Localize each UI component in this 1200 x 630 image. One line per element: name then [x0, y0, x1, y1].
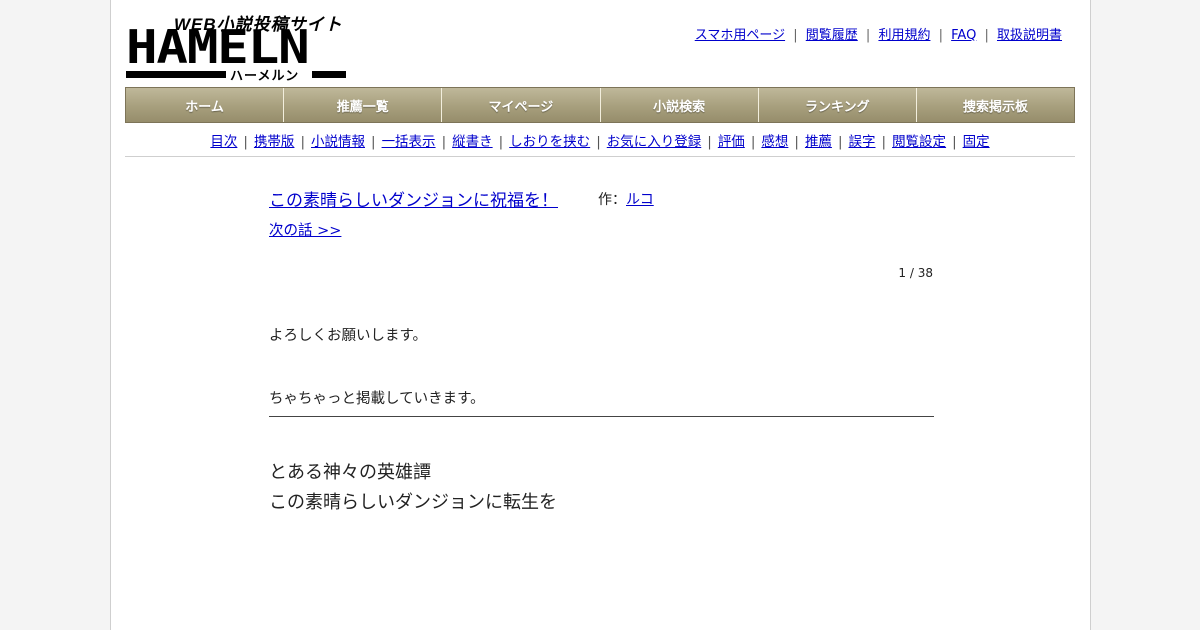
novel-title-link[interactable]: この素晴らしいダンジョンに祝福を！: [269, 186, 558, 211]
page-container: WEB小説投稿サイト HAMELN ハーメルン スマホ用ページ | 閲覧履歴 |…: [110, 0, 1091, 630]
separator: |: [243, 134, 248, 150]
subnav-pin[interactable]: 固定: [963, 134, 990, 150]
preface: よろしくお願いします。 ちゃちゃっと掲載していきます。: [269, 324, 485, 408]
logo-wordmark: HAMELN: [126, 20, 310, 74]
link-smartphone-page[interactable]: スマホ用ページ: [695, 28, 785, 43]
separator: |: [596, 134, 601, 150]
subnav-bookmark[interactable]: しおりを挟む: [509, 134, 590, 150]
link-browsing-history[interactable]: 閲覧履歴: [806, 28, 858, 43]
header-links: スマホ用ページ | 閲覧履歴 | 利用規約 | FAQ | 取扱説明書: [695, 24, 1062, 43]
separator: |: [865, 28, 871, 43]
nav-novel-search[interactable]: 小説検索: [601, 88, 759, 122]
separator: |: [881, 134, 887, 150]
separator: |: [707, 134, 712, 150]
subnav-favorite[interactable]: お気に入り登録: [607, 134, 702, 150]
link-terms[interactable]: 利用規約: [878, 28, 930, 43]
chapter-heading: とある神々の英雄譚 この素晴らしいダンジョンに転生を: [269, 458, 557, 518]
separator: |: [300, 134, 305, 150]
separator: |: [984, 28, 989, 43]
link-faq[interactable]: FAQ: [951, 28, 976, 43]
author-prefix: 作：: [598, 192, 626, 208]
subnav-vertical[interactable]: 縦書き: [452, 134, 493, 150]
site-logo[interactable]: WEB小説投稿サイト HAMELN ハーメルン: [126, 10, 348, 84]
separator: |: [498, 134, 504, 150]
nav-my-page[interactable]: マイページ: [442, 88, 601, 122]
preface-divider: [269, 416, 934, 417]
subnav-rating[interactable]: 評価: [718, 134, 745, 150]
subnav-view-settings[interactable]: 閲覧設定: [892, 134, 946, 150]
preface-line: よろしくお願いします。: [269, 328, 428, 344]
separator: |: [794, 134, 799, 150]
nav-recommendations[interactable]: 推薦一覧: [284, 88, 443, 122]
subnav-novel-info[interactable]: 小説情報: [311, 134, 365, 150]
subnav-comments[interactable]: 感想: [761, 134, 788, 150]
subnav-divider: [125, 156, 1075, 157]
subnav-recommend[interactable]: 推薦: [805, 134, 832, 150]
link-manual[interactable]: 取扱説明書: [997, 28, 1062, 43]
separator: |: [793, 28, 798, 43]
logo-underline-left: [126, 71, 226, 78]
separator: |: [441, 134, 447, 150]
nav-ranking[interactable]: ランキング: [759, 88, 917, 122]
page-count: 1 / 38: [898, 266, 933, 280]
logo-underline-right: [312, 71, 346, 78]
author-link[interactable]: ルコ: [626, 192, 654, 208]
chapter-subtitle: とある神々の英雄譚: [269, 462, 431, 483]
chapter-title: この素晴らしいダンジョンに転生を: [269, 492, 557, 513]
author-line: 作：ルコ: [598, 189, 654, 209]
separator: |: [837, 134, 843, 150]
subnav-show-all[interactable]: 一括表示: [382, 134, 436, 150]
separator: |: [750, 134, 756, 150]
subnav-mobile[interactable]: 携帯版: [254, 134, 295, 150]
nav-home[interactable]: ホーム: [126, 88, 285, 122]
separator: |: [938, 28, 943, 43]
subnav-typo[interactable]: 誤字: [849, 134, 876, 150]
sub-nav: 目次 | 携帯版 | 小説情報 | 一括表示 | 縦書き | しおりを挟む | お気に入り登録 | 評価 | 感…: [125, 130, 1075, 150]
subnav-toc[interactable]: 目次: [210, 134, 237, 150]
next-chapter-link[interactable]: 次の話 >>: [269, 219, 341, 240]
preface-line: ちゃちゃっと掲載していきます。: [269, 391, 485, 407]
main-nav: ホーム 推薦一覧 マイページ 小説検索 ランキング 捜索掲示板: [125, 87, 1075, 123]
separator: |: [952, 134, 957, 150]
separator: |: [371, 134, 376, 150]
nav-search-board[interactable]: 捜索掲示板: [917, 88, 1074, 122]
logo-kana: ハーメルン: [230, 69, 300, 84]
